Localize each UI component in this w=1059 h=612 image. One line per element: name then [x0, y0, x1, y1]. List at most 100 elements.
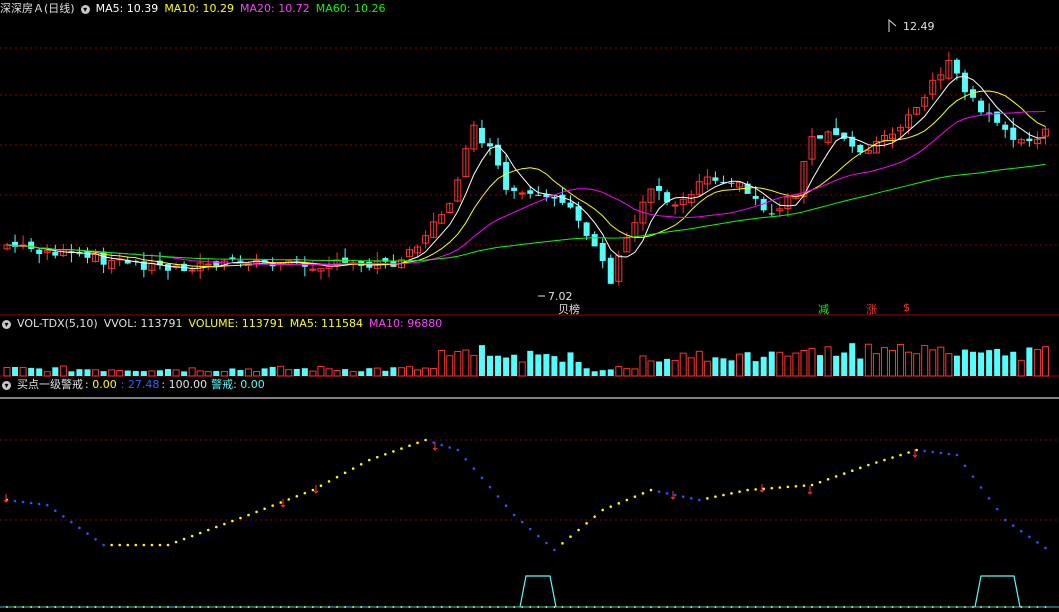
candle-down — [1026, 138, 1033, 142]
indicator-dot — [182, 537, 186, 541]
indicator-dot — [931, 450, 935, 454]
volume-bar — [1026, 347, 1033, 376]
indicator-dot — [979, 486, 983, 489]
volume-bar — [397, 367, 405, 377]
indicator-dot — [126, 543, 130, 547]
indicator-dot — [842, 472, 846, 475]
volume-bar — [188, 367, 196, 377]
candle-down — [575, 206, 582, 221]
volume-bar — [325, 368, 333, 377]
moving-averages — [6, 18, 1046, 297]
volume-bar — [978, 352, 985, 376]
candle-up — [188, 269, 196, 272]
indicator-dot — [883, 458, 886, 462]
volume-bar — [913, 353, 921, 377]
volume-bar — [438, 349, 446, 377]
indicator-dot — [649, 488, 653, 492]
indicator-dot — [1020, 529, 1023, 533]
volume-bar — [664, 358, 671, 376]
indicator-dot — [384, 452, 387, 456]
volume-bar — [599, 370, 606, 376]
indicator-dot — [464, 457, 468, 461]
indicator-dot — [335, 475, 339, 479]
volume-bar — [864, 343, 872, 377]
volume-bar — [1041, 346, 1049, 377]
candle-down — [607, 257, 614, 284]
indicator-dot — [762, 487, 765, 491]
volume-bars — [3, 343, 1049, 377]
indicator-dot — [899, 453, 902, 457]
candle-down — [559, 194, 566, 203]
volume-bar — [108, 369, 116, 377]
indicator-dot — [102, 543, 105, 547]
volume-bar — [889, 349, 896, 377]
volume-bar — [196, 370, 204, 377]
indicator-dot — [537, 534, 540, 538]
volume-bar — [857, 358, 864, 376]
candle-down — [857, 145, 864, 153]
candle-down — [953, 59, 960, 74]
high-marker — [888, 18, 897, 32]
indicator-dot — [947, 452, 951, 456]
indicator-dot — [1003, 518, 1007, 522]
indicator-dot — [593, 515, 596, 518]
indicator-dot — [963, 464, 967, 468]
candle-down — [551, 196, 558, 199]
volume-bar — [695, 350, 703, 377]
volume-bar — [583, 368, 590, 376]
volume-bar — [824, 346, 832, 377]
indicator-dot — [730, 492, 733, 495]
volume-bar — [631, 368, 639, 377]
indicator-dot — [673, 493, 677, 497]
volume-bar — [3, 366, 11, 377]
indicator-dot — [472, 467, 476, 470]
indicator-dot — [303, 491, 307, 495]
volume-bar — [84, 369, 91, 376]
indicator-dot — [738, 490, 741, 493]
candle-down — [728, 182, 735, 184]
volume-bar — [12, 366, 19, 376]
indicator-dot — [786, 485, 790, 489]
indicator-dot — [319, 484, 323, 488]
volume-bar — [511, 354, 518, 376]
indicator-dot — [13, 499, 17, 503]
volume-bar — [100, 371, 107, 376]
candle-down — [768, 213, 775, 215]
indicator-dot — [706, 497, 709, 500]
indicator-dot — [504, 504, 508, 508]
indicator-dot — [142, 543, 146, 547]
volume-bar — [116, 369, 124, 377]
volume-bar — [181, 371, 188, 376]
indicator-dot — [1044, 546, 1047, 550]
volume-bar — [736, 353, 744, 377]
indicator-dot — [78, 526, 81, 530]
indicator-dot — [367, 458, 371, 462]
candle-down — [487, 143, 493, 147]
indicator-dot — [215, 525, 218, 529]
volume-bar — [567, 352, 574, 376]
indicator-dot — [907, 451, 910, 454]
indicator-dot — [166, 543, 170, 547]
indicator-dot — [279, 501, 283, 504]
candle-down — [28, 241, 35, 249]
chart-canvas[interactable] — [0, 0, 1059, 612]
volume-bar — [285, 369, 293, 377]
indicator-dot — [376, 455, 379, 459]
indicator-dot — [915, 448, 918, 452]
indicator-dot — [231, 519, 234, 523]
indicator-dot — [561, 542, 564, 545]
candle-down — [817, 135, 824, 139]
indicator-dot — [818, 480, 822, 484]
volume-bar — [373, 367, 381, 377]
candle-down — [76, 253, 83, 255]
indicator-dot — [198, 531, 202, 535]
volume-bar — [543, 354, 550, 376]
indicator-dot — [351, 467, 355, 470]
indicator-dot — [657, 490, 661, 493]
volume-bar — [817, 355, 824, 376]
sell-arrow-icon — [313, 485, 319, 494]
candle-down — [1010, 127, 1017, 140]
volume-bar — [849, 343, 856, 376]
candle-up — [671, 204, 679, 207]
candle-down — [567, 202, 574, 208]
